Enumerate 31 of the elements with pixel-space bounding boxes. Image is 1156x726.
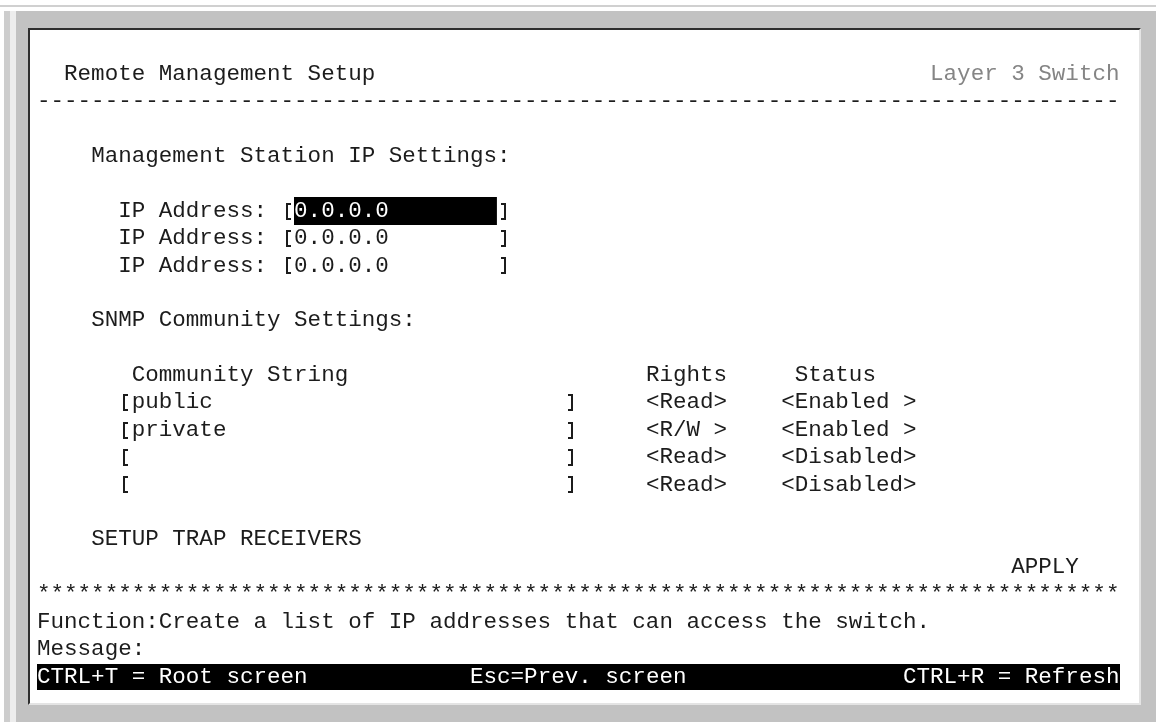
apply-button[interactable]: APPLY — [1011, 555, 1079, 579]
ip-address-field[interactable]: 0.0.0.0 — [280, 224, 511, 253]
field-label: IP Address: — [118, 199, 268, 223]
column-header: Rights — [645, 364, 728, 387]
column-header: Community String — [131, 364, 349, 387]
dashed-rule: -------------------------------------------------------------------------------- — [37, 90, 1120, 113]
rights-toggle[interactable]: <Read> — [645, 446, 728, 469]
message-label: Message: — [37, 638, 146, 661]
rights-toggle[interactable]: <Read> — [645, 473, 728, 497]
trap-receivers-link[interactable]: SETUP TRAP RECEIVERS — [91, 528, 362, 551]
section-heading: Management Station IP Settings: — [91, 144, 511, 168]
column-header: Status — [794, 364, 876, 387]
asterisk-rule: ******************************************************************************** — [37, 583, 1120, 606]
device-label: Layer 3 Switch — [930, 62, 1120, 86]
screen-title: Remote Management Setup — [64, 62, 376, 86]
field-label: IP Address: — [118, 227, 268, 250]
community-string-field[interactable]: public — [118, 389, 579, 417]
rights-toggle[interactable]: <R/W > — [645, 418, 728, 442]
status-toggle[interactable]: <Enabled > — [781, 391, 917, 415]
shortcut-hint: Esc=Prev. screen — [470, 665, 687, 689]
status-toggle[interactable]: <Disabled> — [781, 446, 917, 469]
field-label: IP Address: — [118, 254, 268, 278]
community-string-field[interactable]: private — [118, 416, 579, 444]
ip-address-field[interactable]: 0.0.0.0 — [280, 252, 511, 280]
shortcut-hint: CTRL+T = Root screen — [37, 665, 308, 689]
rights-toggle[interactable]: <Read> — [645, 391, 728, 415]
status-toggle[interactable]: <Disabled> — [781, 473, 917, 497]
function-description: Function:Create a list of IP addresses that can access the switch. — [37, 610, 930, 634]
status-toggle[interactable]: <Enabled > — [781, 418, 917, 442]
shortcut-hint: CTRL+R = Refresh — [903, 665, 1120, 689]
section-heading: SNMP Community Settings: — [91, 309, 416, 332]
